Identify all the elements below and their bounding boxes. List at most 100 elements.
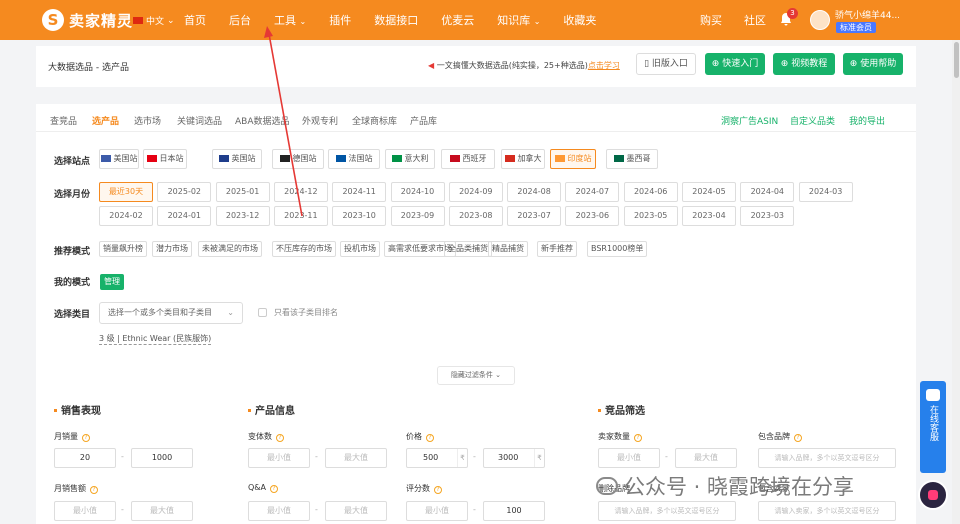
online-service-button[interactable]: 在线客服 — [920, 381, 946, 473]
month-chip[interactable]: 2023-05 — [623, 206, 678, 226]
month-chip[interactable]: 2024-11 — [332, 182, 387, 202]
site-chip[interactable]: 法国站 — [328, 149, 380, 169]
reviews-min[interactable]: 最小值 — [406, 501, 468, 521]
seller-count-max[interactable]: 最大值 — [675, 448, 737, 468]
month-chip[interactable]: 2023-09 — [390, 206, 445, 226]
language-switch[interactable]: 中文 ⌄ — [133, 14, 175, 27]
tab-market[interactable]: 选市场 — [134, 114, 161, 127]
scrollbar-track[interactable] — [952, 40, 960, 524]
tab-trademark[interactable]: 全球商标库 — [352, 114, 397, 127]
help-icon[interactable]: ? — [794, 434, 802, 442]
qa-min[interactable]: 最小值 — [248, 501, 310, 521]
tab-my-export[interactable]: 我的导出 — [849, 114, 885, 127]
month-chip[interactable]: 2024-06 — [623, 182, 678, 202]
help-icon[interactable]: ? — [434, 486, 442, 494]
price-max[interactable]: 3000 ₹ — [483, 448, 545, 468]
site-chip[interactable]: 英国站 — [212, 149, 262, 169]
tab-product-library[interactable]: 产品库 — [410, 114, 437, 127]
recommend-chip[interactable]: 未被满足的市场 — [198, 241, 262, 257]
qa-max[interactable]: 最大值 — [325, 501, 387, 521]
site-chip[interactable]: 意大利 — [385, 149, 435, 169]
month-chip[interactable]: 2024-01 — [157, 206, 212, 226]
month-chip[interactable]: 2024-04 — [740, 182, 795, 202]
site-chip[interactable]: 德国站 — [272, 149, 324, 169]
recommend-chip[interactable]: 销量飙升榜 — [99, 241, 147, 257]
month-chip[interactable]: 2025-01 — [215, 182, 270, 202]
include-brand-input[interactable]: 请输入品牌，多个以英文逗号区分 — [758, 448, 896, 468]
tab-custom-category[interactable]: 自定义品类 — [790, 114, 835, 127]
recommend-chip[interactable]: 不压库存的市场 — [272, 241, 336, 257]
month-chip[interactable]: 2023-03 — [740, 206, 795, 226]
month-chip[interactable]: 2023-04 — [682, 206, 736, 226]
selected-category[interactable]: 3 级 | Ethnic Wear (民族服饰) — [99, 333, 212, 345]
help-icon[interactable]: ? — [90, 486, 98, 494]
monthly-sales-min[interactable]: 20 — [54, 448, 116, 468]
month-chip[interactable]: 2023-10 — [332, 206, 387, 226]
site-chip[interactable]: 加拿大 — [501, 149, 545, 169]
manage-button[interactable]: 管理 — [100, 274, 124, 290]
month-chip[interactable]: 2023-11 — [273, 206, 328, 226]
only-subcategory-checkbox[interactable] — [258, 308, 267, 317]
scrollbar-thumb[interactable] — [954, 42, 959, 78]
nav-plugin[interactable]: 插件 — [329, 12, 351, 28]
tab-ad-asin[interactable]: 洞察广告ASIN — [721, 114, 778, 127]
username[interactable]: 骄气小绵羊44... — [835, 8, 900, 21]
month-chip[interactable]: 2024-12 — [273, 182, 328, 202]
site-chip[interactable]: 日本站 — [143, 149, 187, 169]
recommend-chip[interactable]: 投机市场 — [340, 241, 380, 257]
month-chip[interactable]: 2024-09 — [448, 182, 503, 202]
site-chip[interactable]: 墨西哥 — [606, 149, 658, 169]
monthly-revenue-min[interactable]: 最小值 — [54, 501, 116, 521]
reviews-max[interactable]: 100 — [483, 501, 545, 521]
help-button[interactable]: ⊕ 使用帮助 — [843, 53, 903, 75]
seller-count-min[interactable]: 最小值 — [598, 448, 660, 468]
hide-filters-button[interactable]: 隐藏过滤条件 ⌄ — [437, 366, 515, 385]
video-tutorial-button[interactable]: ⊕ 视频教程 — [773, 53, 835, 75]
month-chip[interactable]: 2024-08 — [507, 182, 562, 202]
brand-logo[interactable]: S 卖家精灵 — [42, 9, 133, 31]
month-chip[interactable]: 2023-08 — [448, 206, 503, 226]
tab-product-selection[interactable]: 选产品 — [92, 114, 119, 127]
site-chip[interactable]: 西班牙 — [441, 149, 495, 169]
month-chip[interactable]: 最近30天 — [99, 182, 153, 202]
month-chip[interactable]: 2024-05 — [682, 182, 736, 202]
month-chip[interactable]: 2023-06 — [565, 206, 620, 226]
tab-keyword[interactable]: 关键词选品 — [177, 114, 222, 127]
site-chip[interactable]: 印度站 — [550, 149, 596, 169]
tab-design-patent[interactable]: 外观专利 — [302, 114, 338, 127]
nav-community[interactable]: 社区 — [744, 12, 766, 28]
recommend-chip[interactable]: 潜力市场 — [152, 241, 192, 257]
nav-home[interactable]: 首页 — [184, 12, 206, 28]
nav-tools[interactable]: 工具 ⌄ — [274, 12, 306, 28]
category-select[interactable]: 选择一个或多个类目和子类目 ⌄ — [99, 302, 243, 324]
monthly-sales-max[interactable]: 1000 — [131, 448, 193, 468]
nav-knowledge[interactable]: 知识库 ⌄ — [497, 12, 540, 28]
help-icon[interactable]: ? — [426, 434, 434, 442]
recommend-chip[interactable]: 全品类捕货 — [444, 241, 492, 257]
old-version-button[interactable]: ▯ 旧版入口 — [636, 53, 696, 75]
help-icon[interactable]: ? — [634, 434, 642, 442]
assistant-float-button[interactable] — [918, 480, 948, 510]
site-chip[interactable]: 美国站 — [99, 149, 139, 169]
nav-backend[interactable]: 后台 — [229, 12, 251, 28]
month-chip[interactable]: 2024-10 — [390, 182, 445, 202]
help-icon[interactable]: ? — [270, 485, 279, 493]
help-icon[interactable]: ? — [276, 434, 284, 442]
nav-data-api[interactable]: 数据接口 — [374, 12, 418, 28]
month-chip[interactable]: 2024-07 — [565, 182, 620, 202]
nav-buy[interactable]: 购买 — [700, 12, 722, 28]
nav-favorites[interactable]: 收藏夹 — [563, 12, 596, 28]
tab-aba[interactable]: ABA数据选品 — [235, 114, 290, 127]
month-chip[interactable]: 2025-02 — [157, 182, 212, 202]
quick-start-button[interactable]: ⊕ 快速入门 — [705, 53, 765, 75]
month-chip[interactable]: 2024-03 — [798, 182, 853, 202]
variants-min[interactable]: 最小值 — [248, 448, 310, 468]
monthly-revenue-max[interactable]: 最大值 — [131, 501, 193, 521]
recommend-chip[interactable]: 新手推荐 — [537, 241, 577, 257]
recommend-chip[interactable]: 精品捕货 — [488, 241, 528, 257]
exclude-brand-input[interactable]: 请输入品牌，多个以英文逗号区分 — [598, 501, 736, 521]
help-icon[interactable]: ? — [82, 434, 90, 442]
tab-competitor[interactable]: 查竞品 — [50, 114, 77, 127]
recommend-chip[interactable]: BSR1000榜单 — [587, 241, 648, 257]
month-chip[interactable]: 2024-02 — [99, 206, 153, 226]
